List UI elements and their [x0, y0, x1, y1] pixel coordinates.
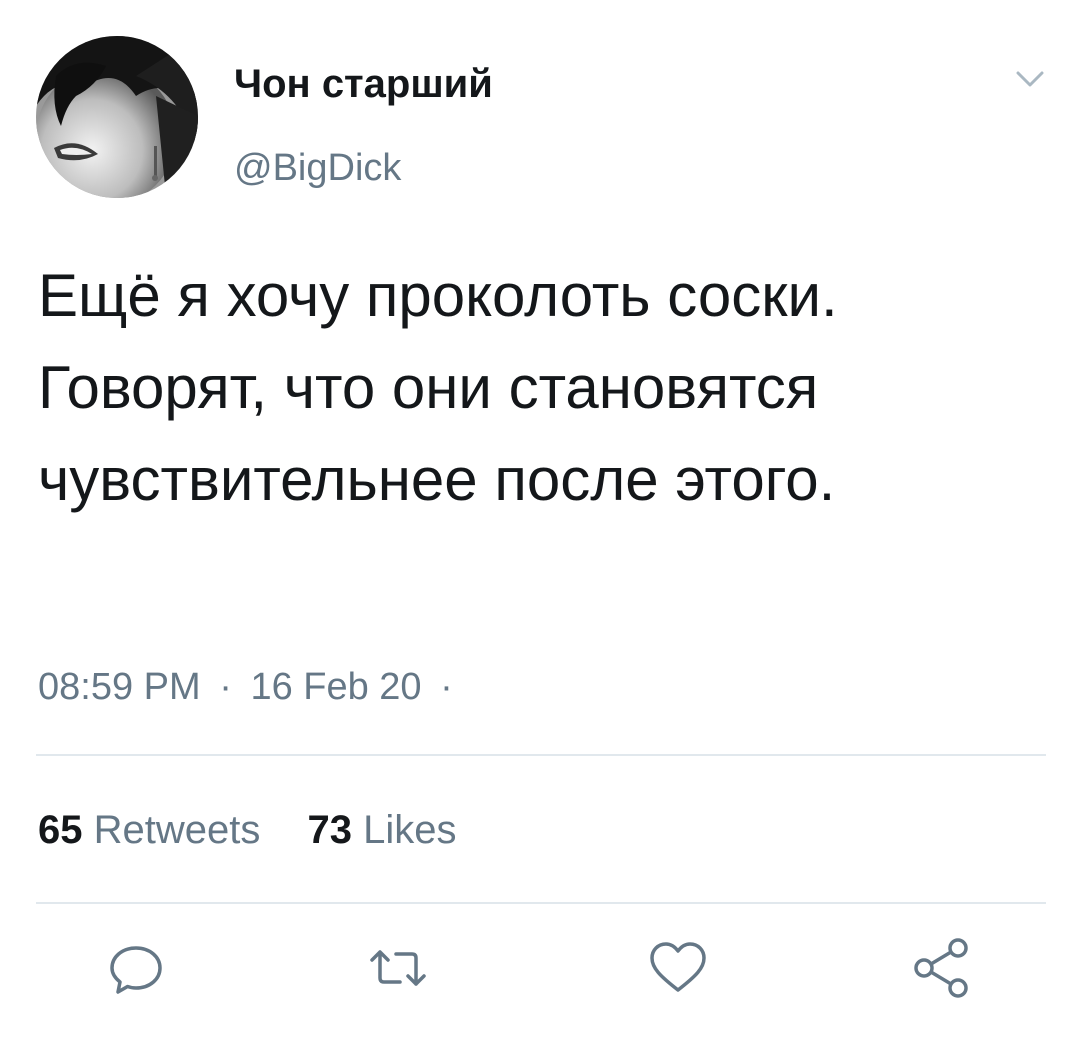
- avatar[interactable]: [36, 36, 198, 198]
- display-name[interactable]: Чон старший: [234, 60, 493, 108]
- chevron-down-icon[interactable]: [1010, 64, 1050, 94]
- tweet-time: 08:59 PM: [38, 666, 201, 708]
- retweets-label: Retweets: [93, 808, 261, 852]
- likes-label: Likes: [363, 808, 457, 852]
- divider: [36, 754, 1046, 756]
- meta-separator: ·: [440, 666, 453, 708]
- meta-separator: ·: [219, 666, 232, 708]
- retweets-count: 65: [38, 808, 83, 852]
- tweet-card: Чон старший @BigDick Ещё я хочу проколот…: [0, 0, 1080, 1062]
- likes-count: 73: [307, 808, 353, 852]
- reply-button[interactable]: [104, 936, 168, 1000]
- tweet-timestamp[interactable]: 08:59 PM · 16 Feb 20 ·: [38, 664, 453, 710]
- tweet-date: 16 Feb 20: [250, 666, 422, 708]
- share-button[interactable]: [910, 936, 974, 1000]
- tweet-stats: 65 Retweets 73 Likes: [38, 806, 493, 854]
- retweet-icon: [370, 950, 426, 986]
- retweet-button[interactable]: [366, 936, 430, 1000]
- heart-icon: [650, 942, 706, 992]
- retweets-stat[interactable]: 65 Retweets: [38, 806, 260, 854]
- reply-icon: [110, 946, 162, 994]
- user-handle[interactable]: @BigDick: [234, 146, 401, 190]
- tweet-text: Ещё я хочу проколоть соски. Говорят, что…: [38, 262, 838, 513]
- like-button[interactable]: [646, 936, 710, 1000]
- share-icon: [914, 938, 968, 998]
- action-bar: [0, 936, 1080, 1006]
- bottom-edge: [0, 1040, 1080, 1062]
- divider: [36, 902, 1046, 904]
- avatar-image: [36, 36, 198, 198]
- likes-stat[interactable]: 73 Likes: [308, 806, 457, 854]
